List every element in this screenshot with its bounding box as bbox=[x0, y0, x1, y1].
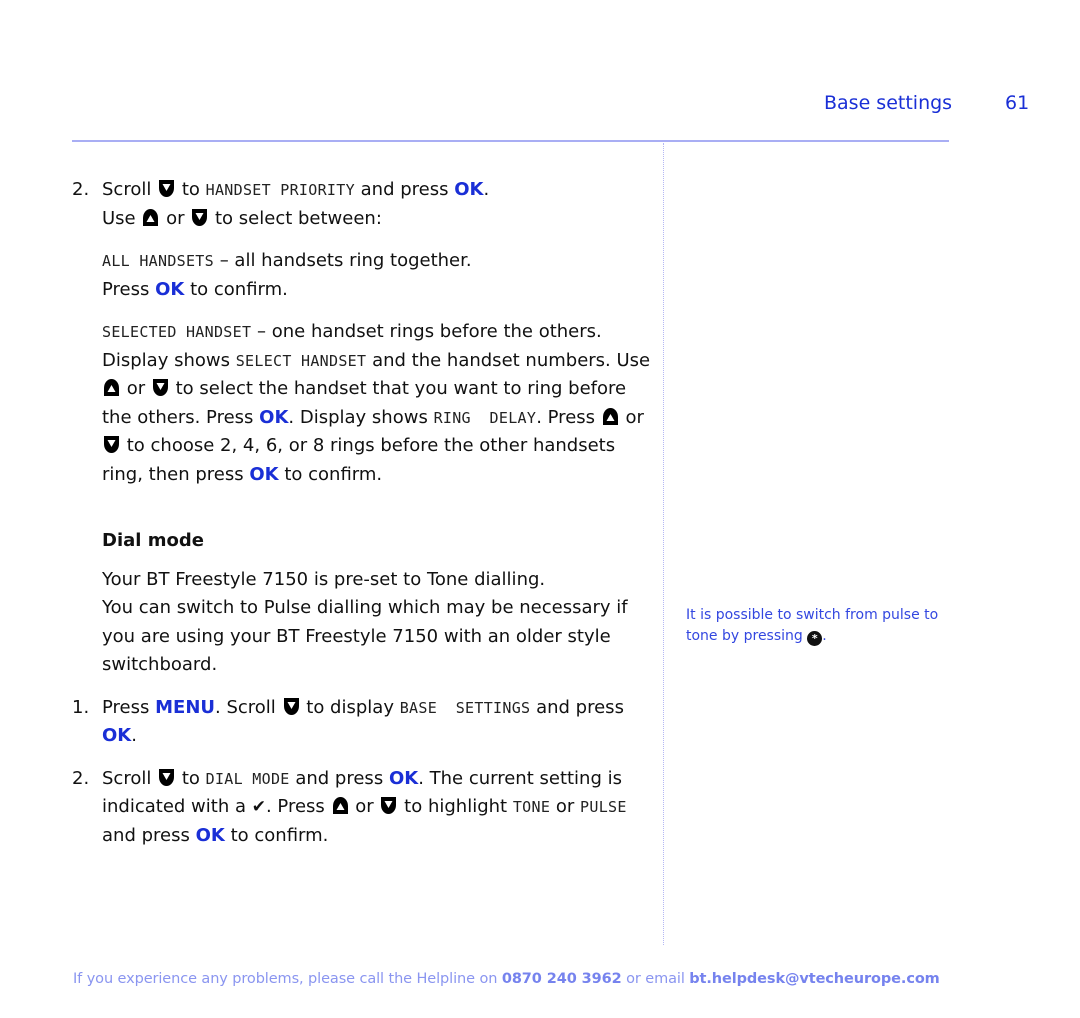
down-arrow-button-icon bbox=[158, 768, 175, 787]
down-arrow-button-icon bbox=[380, 796, 397, 815]
lcd-text-tone: TONE bbox=[512, 798, 551, 816]
check-mark-icon: ✔ bbox=[251, 797, 266, 817]
lcd-text-base-settings: BASE SETTINGS bbox=[399, 698, 531, 717]
star-key-icon: * bbox=[807, 631, 823, 646]
ok-key-label: OK bbox=[155, 278, 185, 300]
dial-mode-intro: Your BT Freestyle 7150 is pre-set to Ton… bbox=[72, 566, 652, 680]
option-all-handsets: ALL HANDSETS – all handsets ring togethe… bbox=[72, 247, 652, 304]
text: Press bbox=[102, 696, 150, 718]
text: to bbox=[181, 767, 200, 789]
text: to bbox=[181, 179, 200, 200]
ok-key-label: OK bbox=[195, 824, 225, 846]
text: and press bbox=[102, 824, 190, 846]
step-number: 2. bbox=[72, 767, 90, 789]
text: Use bbox=[102, 207, 136, 229]
text: Press bbox=[102, 278, 150, 300]
up-arrow-button-icon bbox=[103, 378, 120, 397]
lcd-text-dial-mode: DIAL MODE bbox=[205, 769, 290, 788]
text: Your BT Freestyle 7150 is pre-set to Ton… bbox=[102, 568, 546, 590]
down-arrow-button-icon bbox=[191, 208, 208, 227]
text: to highlight bbox=[404, 796, 508, 817]
down-arrow-button-icon bbox=[152, 378, 169, 397]
helpdesk-email: bt.helpdesk@vtecheurope.com bbox=[689, 971, 940, 987]
dial-mode-heading: Dial mode bbox=[102, 530, 204, 551]
text: to confirm. bbox=[190, 278, 288, 300]
header-rule bbox=[72, 140, 949, 142]
step-number: 1. bbox=[72, 696, 90, 718]
down-arrow-button-icon bbox=[283, 697, 300, 716]
ok-key-label: OK bbox=[259, 406, 289, 428]
text: Scroll bbox=[102, 179, 152, 200]
up-arrow-button-icon bbox=[602, 407, 619, 426]
up-arrow-button-icon bbox=[142, 208, 159, 227]
ok-key-label: OK bbox=[102, 725, 132, 746]
text: or bbox=[625, 406, 644, 428]
down-arrow-button-icon bbox=[103, 435, 120, 454]
lcd-text-all-handsets: ALL HANDSETS bbox=[102, 252, 214, 270]
step-number: 2. bbox=[72, 179, 90, 200]
lcd-text-pulse: PULSE bbox=[580, 798, 627, 816]
text: or bbox=[555, 796, 575, 817]
footer-text: or email bbox=[626, 971, 685, 987]
text: to display bbox=[306, 696, 394, 718]
text: . Display shows bbox=[288, 406, 428, 428]
text: . Scroll bbox=[215, 696, 276, 718]
footer-text: If you experience any problems, please c… bbox=[73, 971, 498, 987]
menu-key-label: MENU bbox=[155, 696, 215, 718]
text: to select between: bbox=[215, 207, 382, 229]
text: or bbox=[355, 796, 374, 817]
ok-key-label: OK bbox=[454, 179, 484, 200]
lcd-text-handset-priority: HANDSET PRIORITY bbox=[205, 181, 355, 199]
ok-key-label: OK bbox=[249, 463, 279, 485]
text: or bbox=[126, 378, 146, 399]
text: Scroll bbox=[102, 767, 152, 789]
dial-mode-step-1: 1. Press MENU. Scroll to display BASE SE… bbox=[72, 694, 652, 751]
dial-mode-step-2: 2. Scroll to DIAL MODE and press OK. The… bbox=[72, 765, 652, 851]
helpline-phone: 0870 240 3962 bbox=[501, 971, 622, 987]
text: or bbox=[166, 207, 185, 229]
ok-key-label: OK bbox=[388, 767, 419, 789]
text: . Press bbox=[536, 406, 596, 428]
lcd-text-ring-delay: RING DELAY bbox=[433, 408, 537, 427]
section-title: Base settings bbox=[824, 92, 953, 114]
text: . Press bbox=[265, 796, 325, 817]
text: and press bbox=[536, 696, 624, 718]
text: . bbox=[822, 628, 827, 644]
option-selected-handset: SELECTED HANDSET – one handset rings bef… bbox=[72, 318, 652, 489]
text: . bbox=[131, 725, 137, 746]
text: to confirm. bbox=[230, 824, 329, 846]
sidenote: It is possible to switch from pulse to t… bbox=[686, 605, 946, 647]
page-header: Base settings 61 bbox=[0, 92, 1080, 122]
up-arrow-button-icon bbox=[332, 796, 349, 815]
down-arrow-button-icon bbox=[158, 179, 175, 198]
text: and the handset numbers. Use bbox=[366, 349, 651, 371]
column-separator bbox=[663, 143, 664, 945]
main-column: 2. Scroll to HANDSET PRIORITY and press … bbox=[72, 176, 652, 850]
text: and press bbox=[295, 767, 384, 789]
text: You can switch to Pulse dialling which m… bbox=[102, 597, 628, 675]
text: . bbox=[483, 179, 490, 200]
step-handset-priority: 2. Scroll to HANDSET PRIORITY and press … bbox=[72, 176, 652, 233]
lcd-text-select-handset: SELECT HANDSET bbox=[235, 351, 367, 370]
text: – all handsets ring together. bbox=[213, 250, 472, 271]
text: and press bbox=[360, 179, 449, 200]
page-number: 61 bbox=[1005, 92, 1030, 114]
helpline-footer: If you experience any problems, please c… bbox=[73, 971, 940, 987]
text: to confirm. bbox=[284, 463, 383, 485]
lcd-text-selected-handset: SELECTED HANDSET bbox=[102, 323, 252, 341]
